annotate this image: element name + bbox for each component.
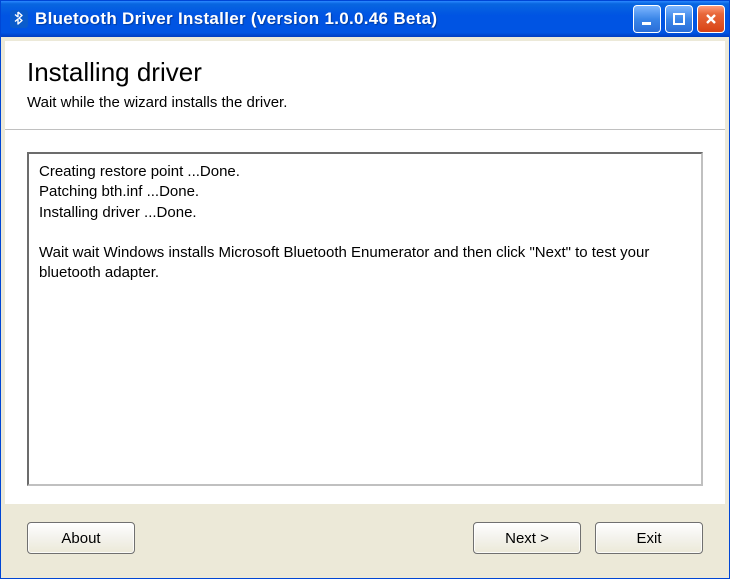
install-log: Creating restore point ...Done. Patching… [27, 152, 703, 486]
exit-button[interactable]: Exit [595, 522, 703, 554]
titlebar: Bluetooth Driver Installer (version 1.0.… [1, 1, 729, 37]
window-controls [633, 5, 725, 33]
wizard-header: Installing driver Wait while the wizard … [5, 41, 725, 130]
close-button[interactable] [697, 5, 725, 33]
about-button[interactable]: About [27, 522, 135, 554]
button-row: About Next > Exit [5, 504, 725, 574]
window-title: Bluetooth Driver Installer (version 1.0.… [35, 9, 633, 29]
page-title: Installing driver [27, 57, 703, 88]
page-subtitle: Wait while the wizard installs the drive… [27, 94, 703, 111]
next-button[interactable]: Next > [473, 522, 581, 554]
wizard-body: Creating restore point ...Done. Patching… [5, 130, 725, 504]
bluetooth-icon [9, 9, 29, 29]
content-area: Installing driver Wait while the wizard … [1, 37, 729, 578]
minimize-button[interactable] [633, 5, 661, 33]
installer-window: Bluetooth Driver Installer (version 1.0.… [0, 0, 730, 579]
maximize-button[interactable] [665, 5, 693, 33]
